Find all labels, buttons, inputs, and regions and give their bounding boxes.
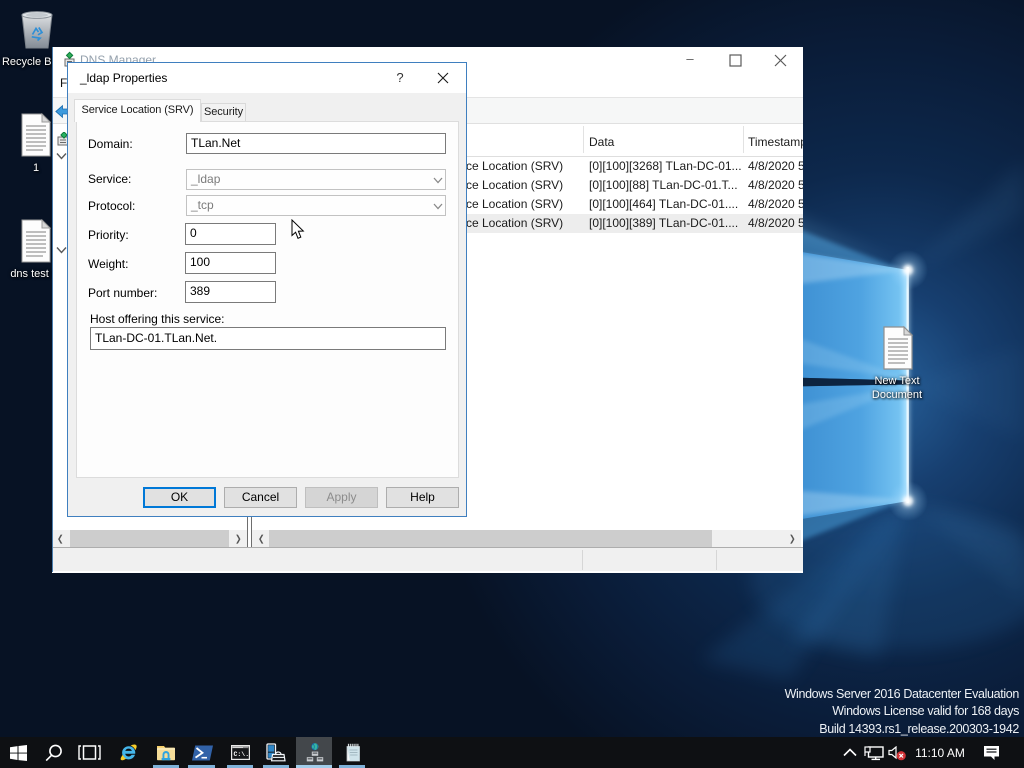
svg-text:C:\.: C:\.: [234, 751, 250, 758]
